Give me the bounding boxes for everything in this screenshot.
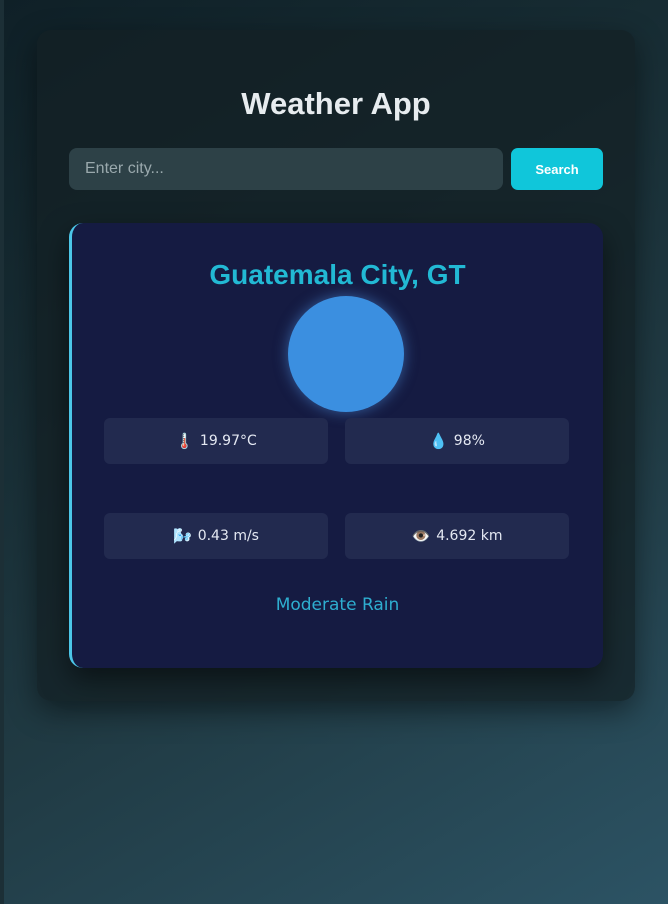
wind-icon: 🌬️: [173, 526, 192, 545]
visibility-value: 4.692 km: [436, 528, 503, 544]
wind-value: 0.43 m/s: [197, 528, 259, 544]
visibility-stat: 👁️ 4.692 km: [345, 513, 569, 559]
search-button[interactable]: Search: [511, 148, 603, 190]
city-search-input[interactable]: [69, 148, 503, 190]
humidity-value: 98%: [453, 433, 485, 449]
temperature-value: 19.97°C: [199, 433, 257, 449]
weather-card: Guatemala City, GT 🌡️ 19.97°C 💧 98% 🌬️ 0…: [69, 223, 603, 668]
app-title: Weather App: [241, 86, 431, 121]
temperature-stat: 🌡️ 19.97°C: [104, 418, 328, 464]
weather-description: Moderate Rain: [275, 595, 400, 615]
app-container: Weather App Search Guatemala City, GT 🌡️…: [37, 30, 635, 701]
eye-icon: 👁️: [411, 526, 431, 545]
window-edge: [0, 0, 4, 904]
thermometer-icon: 🌡️: [175, 431, 194, 450]
droplet-icon: 💧: [429, 431, 448, 450]
weather-condition-icon: [288, 296, 404, 412]
wind-stat: 🌬️ 0.43 m/s: [104, 513, 328, 559]
humidity-stat: 💧 98%: [345, 418, 569, 464]
city-name: Guatemala City, GT: [209, 259, 466, 290]
